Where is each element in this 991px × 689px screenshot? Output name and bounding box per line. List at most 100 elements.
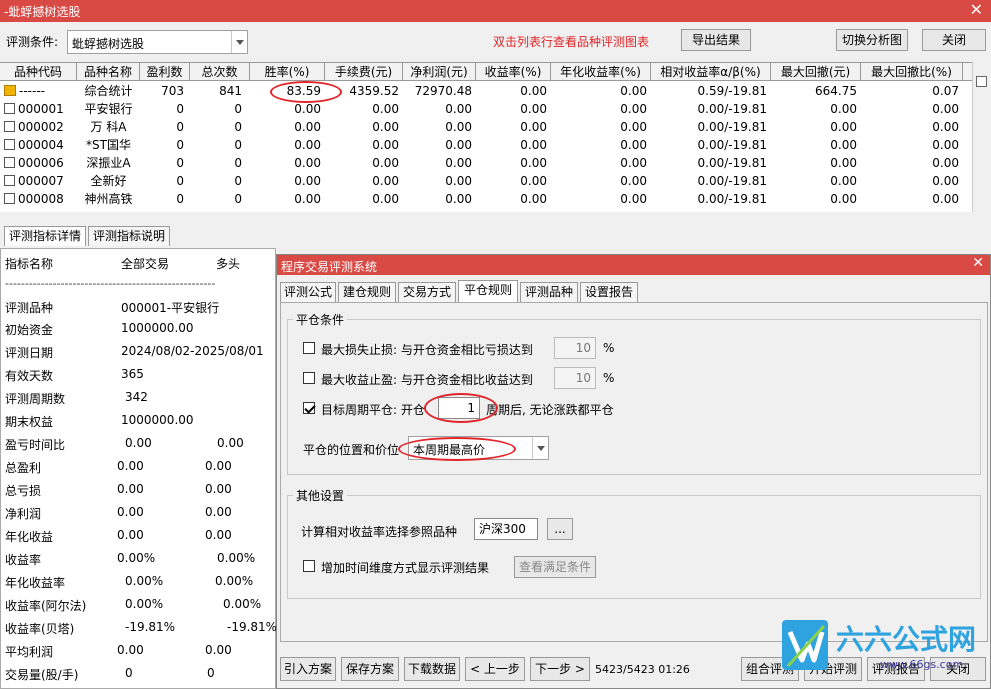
table-row[interactable]: 000006 深振业A 0 0 0.00 0.00 0.00 0.00 0.00 0.00/-19… (0, 154, 972, 172)
tab-open-rules[interactable]: 建仓规则 (338, 282, 396, 302)
grid-header: 品种代码 品种名称 盈利数 总次数 胜率(%) 手续费(元) 净利润(元) 收益… (0, 63, 972, 81)
import-plan-button[interactable]: 引入方案 (280, 657, 336, 681)
indicator-row: 总盈利 0.00 0.00 (5, 459, 273, 479)
col-header-maxdd[interactable]: 最大回撤(元) (771, 63, 861, 81)
table-cell-wins: 0 (176, 120, 184, 134)
checkbox-icon[interactable] (4, 121, 15, 132)
table-cell-ret: 0.00 (520, 84, 547, 98)
indicator-row: 平均利润 0.00 0.00 (5, 643, 273, 663)
switch-chart-button[interactable]: 切换分析图 (836, 29, 908, 51)
tab-formula[interactable]: 评测公式 (280, 282, 336, 302)
checkbox-icon[interactable] (4, 193, 15, 204)
tab-trade-mode[interactable]: 交易方式 (398, 282, 456, 302)
grid-scrollbar[interactable] (972, 62, 991, 212)
brand-watermark-logo: 六六公式网 www.66gs.com (780, 616, 990, 676)
indicator-name: 盈亏时间比 (5, 438, 66, 452)
close-button[interactable]: 关闭 (922, 29, 986, 51)
table-cell-alpha: 0.00/-19.81 (697, 102, 767, 116)
table-cell-maxddr: 0.07 (932, 84, 959, 98)
checkbox-icon[interactable] (4, 139, 15, 150)
col-header-maxddr[interactable]: 最大回撤比(%) (861, 63, 963, 81)
condition-select[interactable]: 蚍蜉撼树选股 (67, 30, 248, 54)
left-header-name: 指标名称 (5, 257, 54, 271)
table-row[interactable]: 000001 平安银行 0 0 0.00 0.00 0.00 0.00 0.00 0.00/-19… (0, 100, 972, 118)
table-cell-ret: 0.00 (520, 192, 547, 206)
time-dimension-checkbox[interactable] (303, 560, 315, 572)
table-row[interactable]: ------ 综合统计 703 841 83.59 4359.52 72970.48 0.00… (0, 82, 972, 100)
table-cell-name: 全新好 (90, 174, 127, 188)
max-gain-input[interactable]: 10 (554, 367, 596, 389)
chevron-down-icon[interactable] (231, 31, 247, 53)
indicator-all-value: 0.00 (117, 459, 144, 473)
indicator-all-value: 0.00 (117, 528, 144, 542)
indicator-row: 评测日期 2024/08/02-2025/08/01 (5, 344, 273, 364)
ref-browse-button[interactable]: ... (547, 518, 573, 540)
row-code-text: 000001 (18, 102, 64, 116)
max-loss-input[interactable]: 10 (554, 337, 596, 359)
export-button[interactable]: 导出结果 (681, 29, 751, 51)
table-cell-code: 000001 (0, 100, 77, 118)
save-plan-button[interactable]: 保存方案 (341, 657, 399, 681)
table-cell-profit: 0.00 (445, 138, 472, 152)
table-cell-wins: 0 (176, 192, 184, 206)
chevron-down-icon[interactable] (532, 437, 548, 459)
indicator-all-value: 0.00% (117, 551, 156, 565)
col-header-profit[interactable]: 净利润(元) (403, 63, 476, 81)
indicator-all-value: 1000000.00 (121, 413, 194, 427)
col-header-alpha[interactable]: 相对收益率α/β(%) (651, 63, 771, 81)
ref-instrument-field[interactable]: 沪深300 (474, 518, 538, 540)
checkbox-icon[interactable] (4, 157, 15, 168)
indicator-long-value: 0 (207, 666, 215, 680)
indicator-row: 收益率(阿尔法) 0.00% 0.00% (5, 597, 273, 617)
table-cell-maxdd: 664.75 (815, 84, 857, 98)
max-gain-checkbox[interactable] (303, 372, 315, 384)
table-cell-maxdd: 0.00 (830, 156, 857, 170)
scroll-box-icon[interactable] (976, 76, 987, 87)
indicator-long-value: 0.00 (205, 505, 232, 519)
col-header-return[interactable]: 收益率(%) (476, 63, 551, 81)
table-cell-fee: 0.00 (372, 192, 399, 206)
indicator-row: 盈亏时间比 0.00 0.00 (5, 436, 273, 456)
tab-indicator-details[interactable]: 评测指标详情 (4, 226, 86, 246)
table-cell-code: ------ (0, 82, 77, 100)
col-header-annual[interactable]: 年化收益率(%) (551, 63, 651, 81)
results-grid[interactable]: 品种代码 品种名称 盈利数 总次数 胜率(%) 手续费(元) 净利润(元) 收益… (0, 62, 972, 212)
dialog-title: 程序交易评测系统 (281, 260, 378, 274)
table-cell-maxddr: 0.00 (932, 120, 959, 134)
checkbox-icon[interactable] (4, 175, 15, 186)
tab-indicator-notes[interactable]: 评测指标说明 (88, 226, 170, 246)
indicator-name: 评测品种 (5, 301, 54, 315)
tab-report-settings[interactable]: 设置报告 (580, 282, 638, 302)
table-cell-annual: 0.00 (620, 84, 647, 98)
target-period-checkbox[interactable] (303, 402, 315, 414)
table-cell-annual: 0.00 (620, 138, 647, 152)
table-row[interactable]: 000008 神州高铁 0 0 0.00 0.00 0.00 0.00 0.00 0.00/-19… (0, 190, 972, 208)
prev-step-button[interactable]: < 上一步 (465, 657, 525, 681)
table-row[interactable]: 000002 万 科A 0 0 0.00 0.00 0.00 0.00 0.00 0.00/-19… (0, 118, 972, 136)
col-header-fee[interactable]: 手续费(元) (325, 63, 403, 81)
indicator-name: 评测周期数 (5, 392, 66, 406)
table-cell-profit: 0.00 (445, 120, 472, 134)
col-header-winrate[interactable]: 胜率(%) (250, 63, 325, 81)
col-header-code[interactable]: 品种代码 (0, 63, 77, 81)
tab-instruments[interactable]: 评测品种 (520, 282, 578, 302)
dialog-close-icon[interactable]: ✕ (972, 255, 984, 271)
table-cell-alpha: 0.00/-19.81 (697, 156, 767, 170)
col-header-wins[interactable]: 盈利数 (140, 63, 190, 81)
tab-close-rules[interactable]: 平仓规则 (458, 280, 518, 302)
col-header-name[interactable]: 品种名称 (77, 63, 140, 81)
col-header-total[interactable]: 总次数 (190, 63, 250, 81)
view-conditions-button[interactable]: 查看满足条件 (514, 556, 596, 578)
table-row[interactable]: 000004 *ST国华 0 0 0.00 0.00 0.00 0.00 0.00 0.00/-1… (0, 136, 972, 154)
download-data-button[interactable]: 下载数据 (404, 657, 460, 681)
indicator-row: 收益率(贝塔) -19.81% -19.81% (5, 620, 277, 640)
row-code-text: 000006 (18, 156, 64, 170)
left-header-all: 全部交易 (121, 257, 170, 271)
table-row[interactable]: 000007 全新好 0 0 0.00 0.00 0.00 0.00 0.00 0.00/-19.… (0, 172, 972, 190)
next-step-button[interactable]: 下一步 > (530, 657, 590, 681)
max-loss-checkbox[interactable] (303, 342, 315, 354)
window-close-icon[interactable]: ✕ (970, 1, 983, 19)
highlight-oval (270, 81, 342, 103)
checkbox-icon[interactable] (4, 103, 15, 114)
table-cell-name: *ST国华 (86, 138, 131, 152)
